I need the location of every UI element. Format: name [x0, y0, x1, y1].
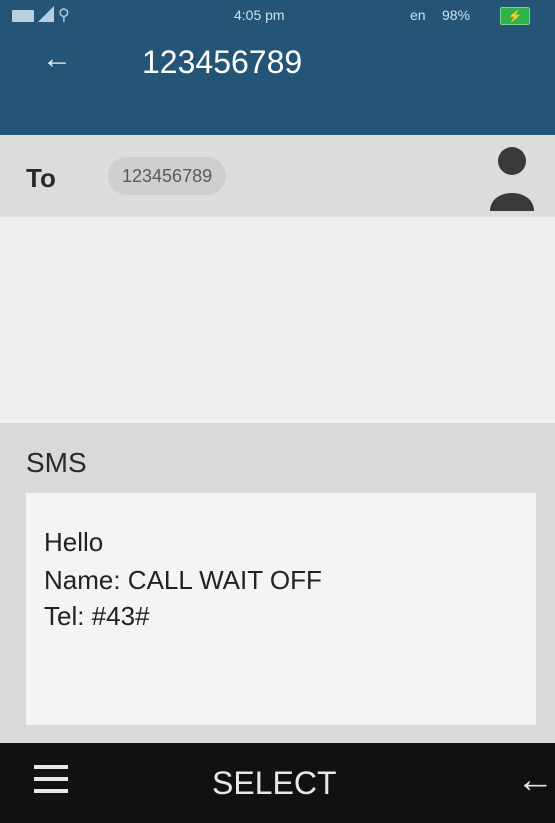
status-time: 4:05 pm — [234, 7, 285, 23]
back-arrow-icon[interactable]: ← — [42, 42, 72, 76]
sms-message-field[interactable]: Hello Name: CALL WAIT OFF Tel: #43# — [26, 493, 536, 725]
softkey-bar: SELECT ← — [0, 743, 555, 823]
sms-compose-screen: ⚲ 4:05 pm en 98% ⚡ ← 123456789 To 123456… — [0, 0, 555, 823]
recipient-chip[interactable]: 123456789 — [108, 157, 227, 195]
back-arrow-icon[interactable]: ← — [516, 759, 554, 802]
select-softkey[interactable]: SELECT — [212, 765, 336, 802]
status-locale: en — [410, 7, 426, 23]
recipient-row[interactable]: To 123456789 — [0, 135, 555, 217]
signal-icon — [38, 6, 54, 22]
app-bar: ← 123456789 — [0, 32, 555, 135]
usb-icon: ⚲ — [58, 7, 70, 24]
sms-section: Hello Name: CALL WAIT OFF Tel: #43# — [0, 485, 555, 743]
page-title: 123456789 — [142, 44, 303, 80]
compose-blank-area — [0, 217, 555, 423]
sms-line-tel: Tel: #43# — [44, 601, 150, 631]
sms-label: SMS — [26, 447, 87, 478]
menu-icon[interactable] — [34, 765, 68, 795]
status-bar: ⚲ 4:05 pm en 98% ⚡ — [0, 0, 555, 32]
sms-section-header: SMS — [0, 423, 555, 485]
contact-person-icon[interactable] — [488, 141, 536, 213]
battery-charging-icon: ⚡ — [500, 7, 530, 25]
battery-percent: 98% — [442, 7, 471, 23]
sim-icon — [12, 10, 34, 22]
to-label: To — [26, 163, 56, 193]
sms-line-name: Name: CALL WAIT OFF — [44, 565, 322, 595]
sms-line-greeting: Hello — [44, 527, 104, 557]
